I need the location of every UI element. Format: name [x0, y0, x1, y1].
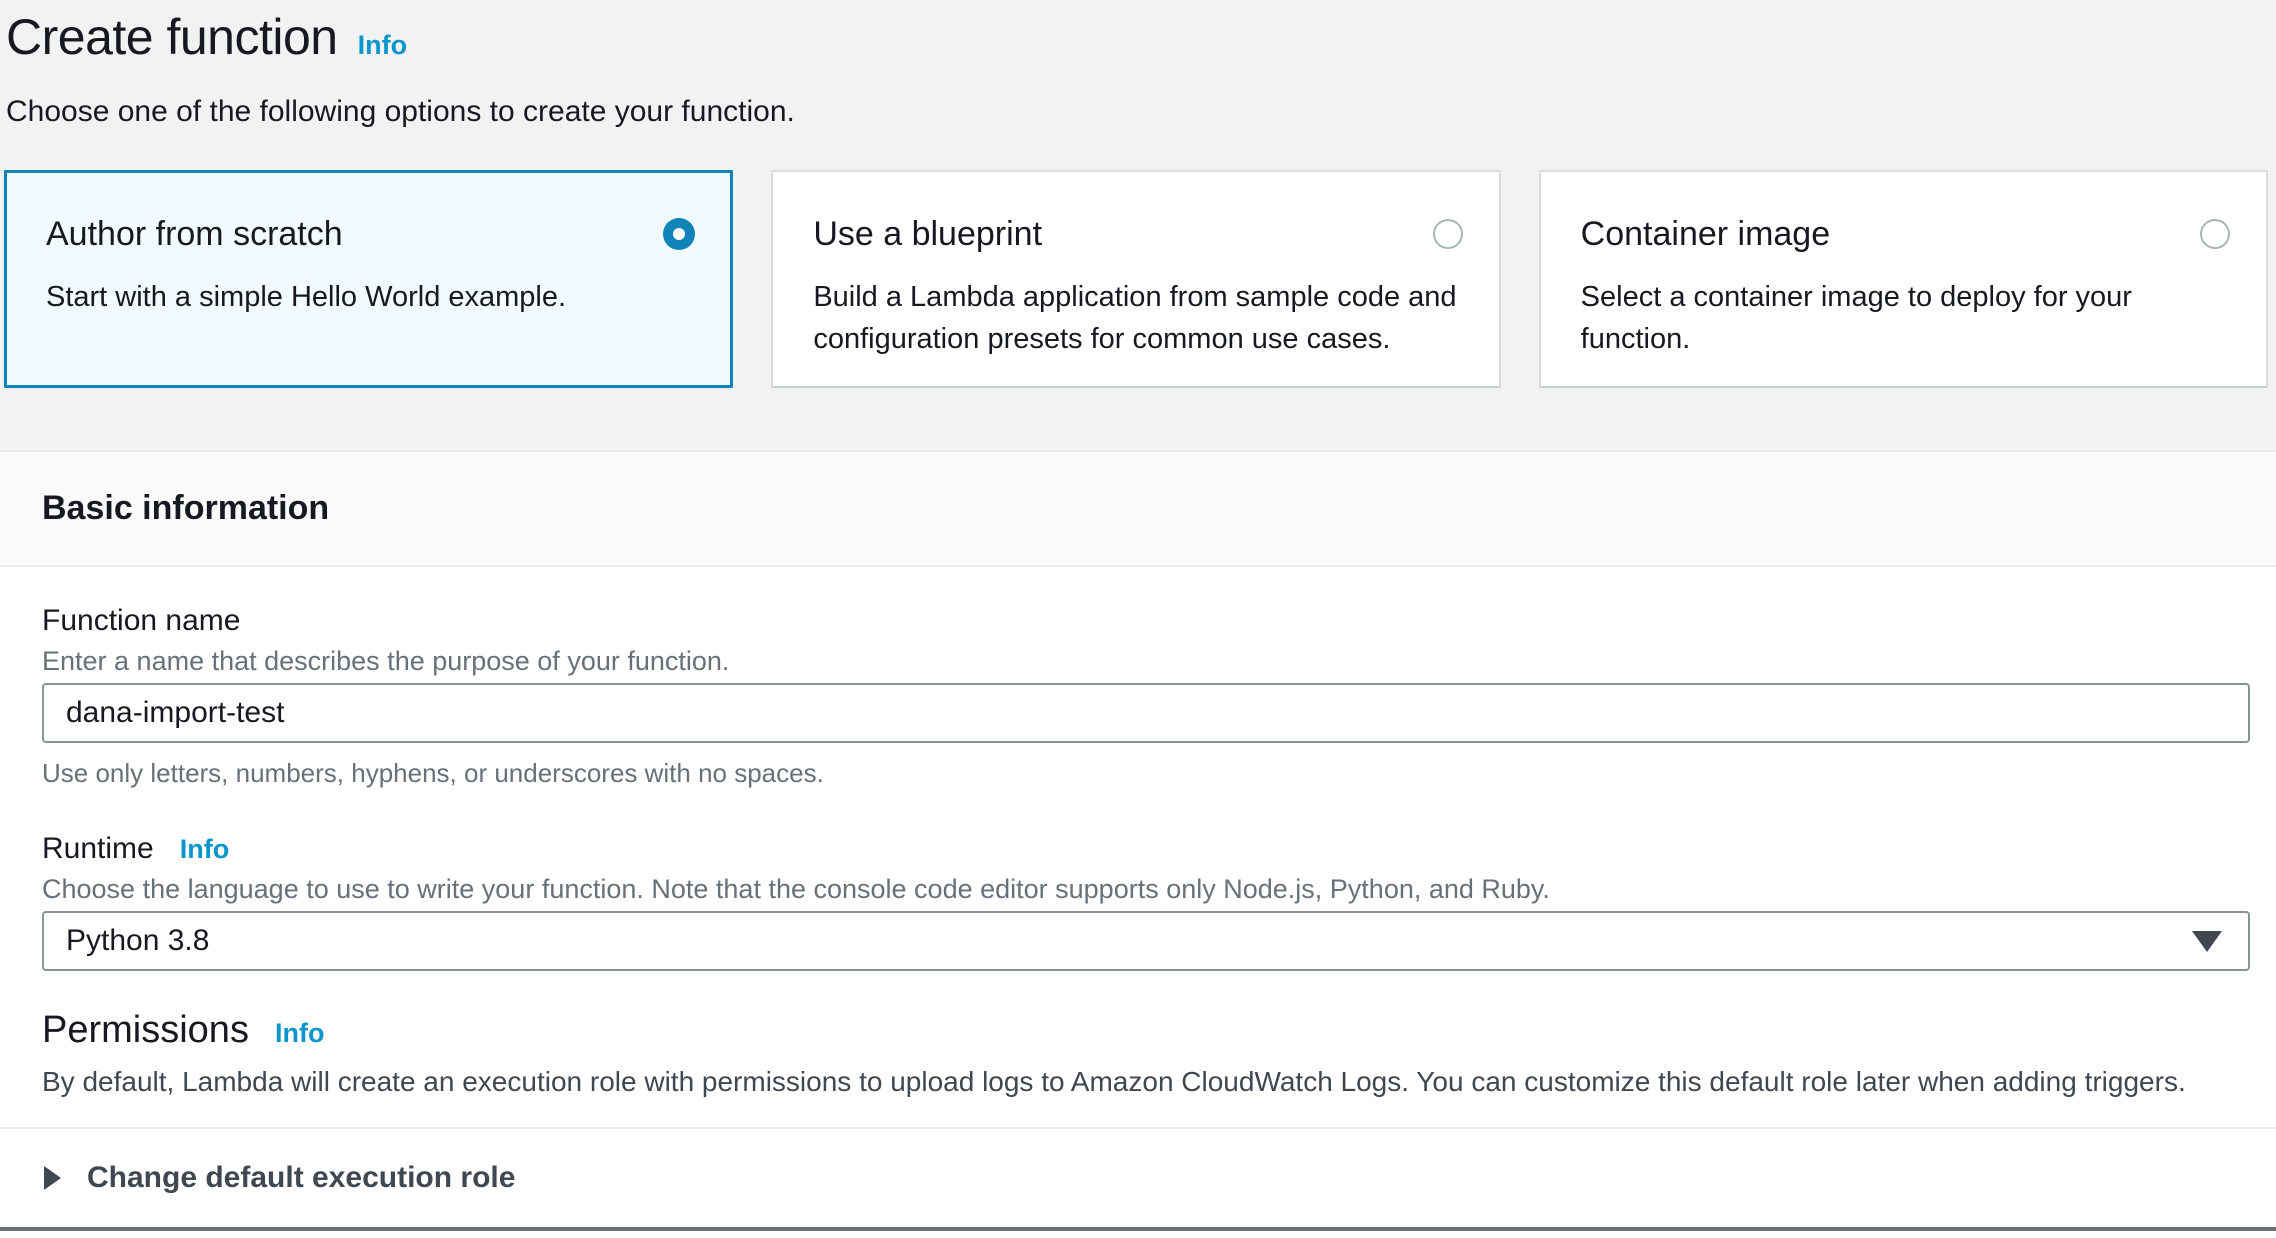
- runtime-select[interactable]: Python 3.8: [42, 911, 2250, 971]
- permissions-heading: Permissions: [42, 1007, 249, 1053]
- radio-button-icon[interactable]: [1433, 219, 1463, 249]
- radio-button-icon[interactable]: [2200, 219, 2230, 249]
- card-title: Container image: [1581, 212, 1830, 256]
- basic-information-form: Function name Enter a name that describe…: [0, 567, 2276, 1099]
- page-title: Create function: [6, 6, 338, 68]
- radio-button-selected-icon[interactable]: [663, 218, 695, 250]
- runtime-description: Choose the language to use to write your…: [42, 873, 2250, 905]
- runtime-label: Runtime: [42, 831, 154, 867]
- bottom-divider: [0, 1227, 2276, 1231]
- permissions-section: Permissions Info By default, Lambda will…: [42, 1007, 2250, 1099]
- option-card-use-a-blueprint[interactable]: Use a blueprint Build a Lambda applicati…: [771, 170, 1500, 388]
- page-subtitle: Choose one of the following options to c…: [4, 94, 2268, 130]
- function-name-field-group: Function name Enter a name that describe…: [42, 603, 2250, 789]
- runtime-select-value: Python 3.8: [66, 924, 209, 958]
- runtime-label-row: Runtime Info: [42, 831, 2250, 867]
- function-name-input[interactable]: [42, 683, 2250, 743]
- create-function-header-section: Create function Info Choose one of the f…: [0, 0, 2276, 452]
- runtime-info-link[interactable]: Info: [180, 834, 229, 865]
- card-description: Start with a simple Hello World example.: [46, 276, 695, 318]
- function-name-constraint-text: Use only letters, numbers, hyphens, or u…: [42, 757, 2250, 789]
- card-description: Select a container image to deploy for y…: [1581, 276, 2230, 360]
- permissions-heading-row: Permissions Info: [42, 1007, 2250, 1053]
- basic-information-section-header: Basic information: [0, 452, 2276, 567]
- option-card-container-image[interactable]: Container image Select a container image…: [1539, 170, 2268, 388]
- caret-right-icon[interactable]: [44, 1166, 61, 1190]
- creation-option-cards: Author from scratch Start with a simple …: [4, 170, 2268, 388]
- permissions-info-link[interactable]: Info: [275, 1018, 324, 1049]
- card-title: Author from scratch: [46, 212, 343, 256]
- function-name-description: Enter a name that describes the purpose …: [42, 645, 2250, 677]
- basic-information-heading: Basic information: [42, 489, 329, 528]
- change-default-execution-role-expander[interactable]: Change default execution role: [0, 1129, 2276, 1227]
- option-card-author-from-scratch[interactable]: Author from scratch Start with a simple …: [4, 170, 733, 388]
- card-title: Use a blueprint: [813, 212, 1042, 256]
- card-title-row: Container image: [1581, 212, 2230, 256]
- create-function-info-link[interactable]: Info: [358, 30, 407, 61]
- card-title-row: Use a blueprint: [813, 212, 1462, 256]
- card-description: Build a Lambda application from sample c…: [813, 276, 1462, 360]
- page-title-row: Create function Info: [4, 6, 2268, 68]
- function-name-label: Function name: [42, 603, 2250, 639]
- runtime-field-group: Runtime Info Choose the language to use …: [42, 831, 2250, 971]
- card-title-row: Author from scratch: [46, 212, 695, 256]
- expander-label[interactable]: Change default execution role: [87, 1161, 515, 1195]
- permissions-description: By default, Lambda will create an execut…: [42, 1065, 2250, 1099]
- caret-down-icon: [2192, 931, 2222, 952]
